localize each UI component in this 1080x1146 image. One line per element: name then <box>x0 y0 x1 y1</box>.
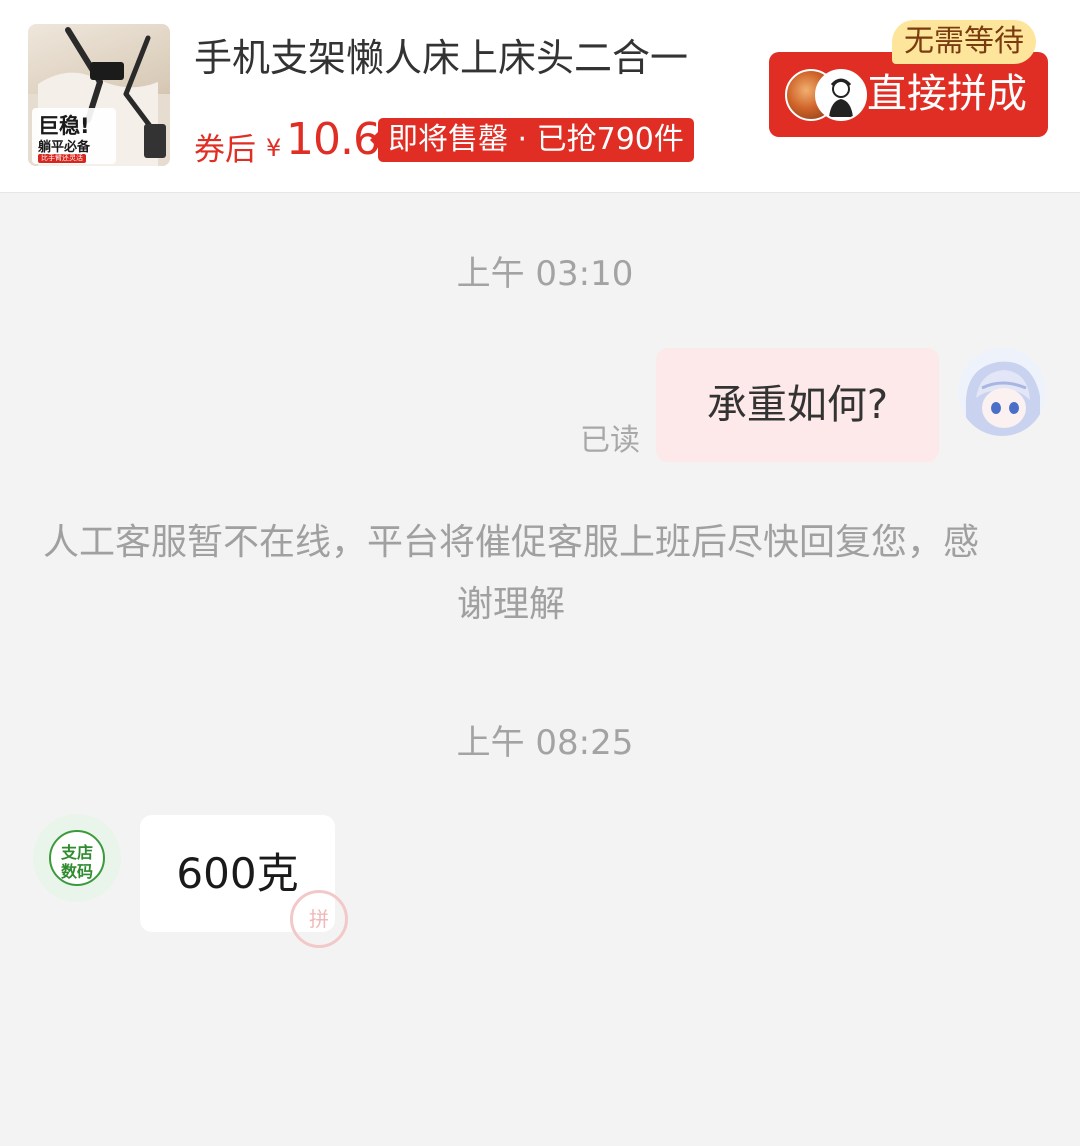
shop-avatar[interactable]: 支店 数码 <box>33 814 121 902</box>
thumbnail-badge-tag: 比手臂还灵活 <box>38 154 86 163</box>
user-avatar-icon[interactable] <box>958 348 1046 436</box>
my-message-text: 承重如何? <box>706 382 889 428</box>
price-currency: ¥ <box>266 134 282 162</box>
shop-logo-icon: 支店 数码 <box>49 830 105 886</box>
no-wait-badge: 无需等待 <box>892 20 1036 64</box>
my-message-bubble[interactable]: 承重如何? <box>656 348 939 462</box>
chat-page: 巨稳! 躺平必备 比手臂还灵活 手机支架懒人床上床头二合一 券后 ¥ 10.6 … <box>0 0 1080 1146</box>
price-value: 10.6 <box>286 114 381 165</box>
product-card[interactable]: 巨稳! 躺平必备 比手臂还灵活 手机支架懒人床上床头二合一 券后 ¥ 10.6 … <box>0 0 1080 193</box>
direct-group-buy-button[interactable]: 直接拼成 <box>769 52 1048 137</box>
read-status: 已读 <box>580 423 640 458</box>
buyer-avatar-sketch-icon <box>815 69 867 121</box>
product-title[interactable]: 手机支架懒人床上床头二合一 <box>194 34 734 82</box>
direct-group-buy-label: 直接拼成 <box>867 71 1027 117</box>
chat-timestamp: 上午 03:10 <box>456 254 634 294</box>
thumbnail-badge-sub: 躺平必备 <box>38 140 91 155</box>
thumbnail-badge: 巨稳! 躺平必备 比手臂还灵活 <box>32 108 116 164</box>
buyer-avatars <box>785 69 867 121</box>
price-prefix: 券后 <box>194 132 256 168</box>
system-notice: 人工客服暂不在线，平台将催促客服上班后尽快回复您，感谢理解 <box>42 522 979 625</box>
shop-logo-line: 数码 <box>60 862 93 881</box>
product-thumbnail[interactable]: 巨稳! 躺平必备 比手臂还灵活 <box>28 24 170 166</box>
pin-watermark-icon: 拼 <box>290 890 348 948</box>
chat-timestamp: 上午 08:25 <box>456 723 634 763</box>
sale-status-tag: 即将售罄 · 已抢790件 <box>370 118 694 162</box>
